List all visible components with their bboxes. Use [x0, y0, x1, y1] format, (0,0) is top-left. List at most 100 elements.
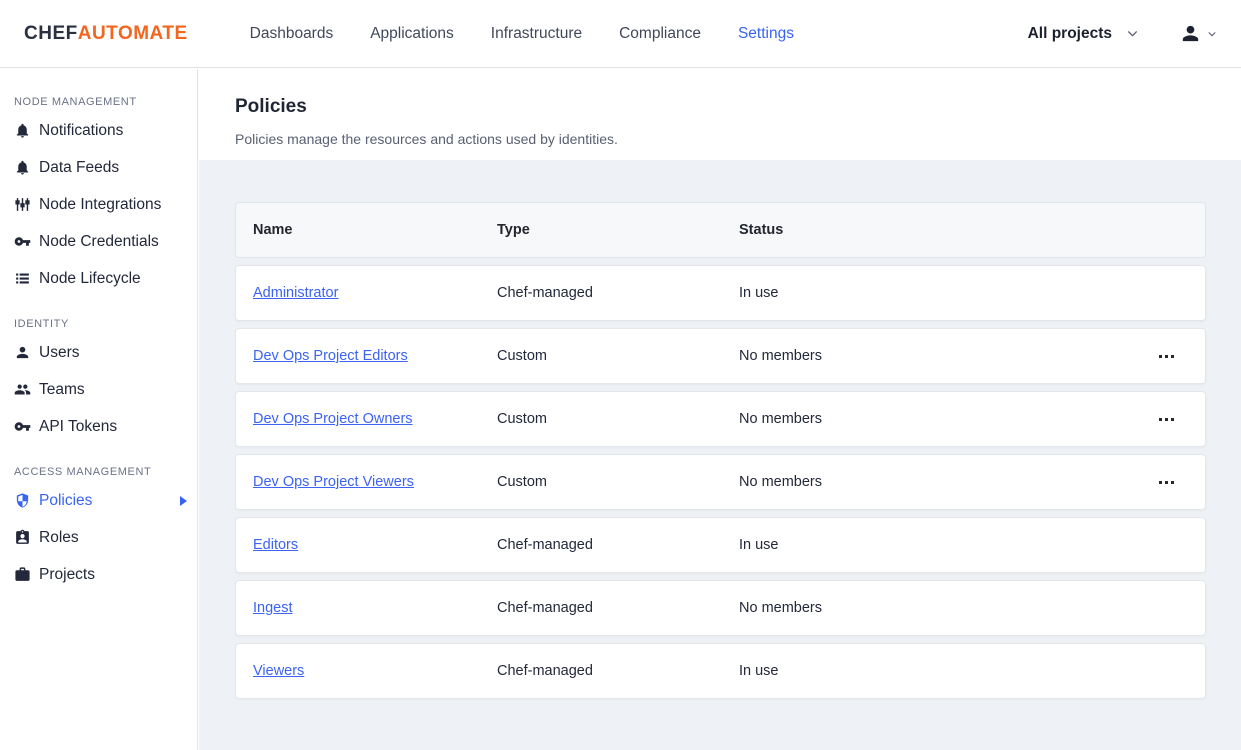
- table-row-dev-ops-project-viewers: Dev Ops Project Viewers CustomNo members: [235, 454, 1206, 510]
- nav-item-infrastructure[interactable]: Infrastructure: [491, 25, 582, 43]
- shield-icon: [14, 492, 31, 509]
- logo-automate: AUTOMATE: [78, 23, 188, 44]
- key-icon: [14, 233, 31, 250]
- column-header-name: Name: [253, 222, 497, 238]
- policy-name-link[interactable]: Ingest: [253, 600, 293, 616]
- sidebar-item-label: Projects: [39, 566, 95, 584]
- policy-status: In use: [739, 537, 1145, 553]
- sidebar-item-node-integrations[interactable]: Node Integrations: [0, 186, 197, 223]
- sidebar-section-label: IDENTITY: [0, 312, 197, 334]
- row-overflow-menu-button[interactable]: [1149, 341, 1183, 371]
- nav-item-dashboards[interactable]: Dashboards: [250, 25, 334, 43]
- caret-right-icon: [180, 496, 187, 506]
- row-overflow-menu-button[interactable]: [1149, 404, 1183, 434]
- column-header-type: Type: [497, 222, 739, 238]
- chevron-down-icon: [1207, 29, 1217, 39]
- policy-name-link[interactable]: Administrator: [253, 285, 338, 301]
- sidebar-item-label: Roles: [39, 529, 79, 547]
- nav-item-compliance[interactable]: Compliance: [619, 25, 701, 43]
- policy-status: In use: [739, 285, 1145, 301]
- sidebar-section-node-management: NODE MANAGEMENT Notifications Data Feeds No…: [0, 75, 197, 297]
- table-row-administrator: Administrator Chef-managedIn use: [235, 265, 1206, 321]
- policy-status: No members: [739, 600, 1145, 616]
- column-header-status: Status: [739, 222, 1145, 238]
- person-icon: [14, 344, 31, 361]
- settings-sidebar: NODE MANAGEMENT Notifications Data Feeds No…: [0, 69, 198, 750]
- page-title: Policies: [235, 96, 1241, 118]
- policy-status: No members: [739, 348, 1145, 364]
- bell-icon: [14, 122, 31, 139]
- policies-table: NameTypeStatus Administrator Chef-managed…: [235, 202, 1206, 699]
- policy-name-link[interactable]: Dev Ops Project Viewers: [253, 474, 414, 490]
- sidebar-section-label: ACCESS MANAGEMENT: [0, 460, 197, 482]
- sidebar-section-access-management: ACCESS MANAGEMENT Policies Roles Projects: [0, 445, 197, 593]
- content-panel: NameTypeStatus Administrator Chef-managed…: [199, 160, 1241, 750]
- chevron-down-icon: [1126, 27, 1139, 40]
- policy-name-link[interactable]: Dev Ops Project Owners: [253, 411, 413, 427]
- sidebar-item-data-feeds[interactable]: Data Feeds: [0, 149, 197, 186]
- row-overflow-menu-button[interactable]: [1149, 467, 1183, 497]
- policy-name-link[interactable]: Editors: [253, 537, 298, 553]
- table-row-ingest: Ingest Chef-managedNo members: [235, 580, 1206, 636]
- policy-status: No members: [739, 411, 1145, 427]
- table-row-dev-ops-project-editors: Dev Ops Project Editors CustomNo members: [235, 328, 1206, 384]
- briefcase-icon: [14, 566, 31, 583]
- user-menu[interactable]: [1179, 22, 1217, 45]
- table-body: AdministratorChef-managedIn useDev Ops P…: [235, 265, 1206, 699]
- sliders-icon: [14, 196, 31, 213]
- sidebar-item-label: Notifications: [39, 122, 123, 140]
- page-subtitle: Policies manage the resources and action…: [235, 131, 1241, 147]
- projects-filter-label: All projects: [1028, 25, 1112, 43]
- sidebar-section-identity: IDENTITY Users Teams API Tokens: [0, 297, 197, 445]
- policy-name-link[interactable]: Viewers: [253, 663, 304, 679]
- nav-item-applications[interactable]: Applications: [370, 25, 454, 43]
- sidebar-item-users[interactable]: Users: [0, 334, 197, 371]
- policy-type: Chef-managed: [497, 663, 739, 679]
- policy-type: Custom: [497, 411, 739, 427]
- sidebar-item-projects[interactable]: Projects: [0, 556, 197, 593]
- sidebar-item-api-tokens[interactable]: API Tokens: [0, 408, 197, 445]
- main-nav: Dashboards Applications Infrastructure Comp…: [250, 25, 794, 43]
- badge-icon: [14, 529, 31, 546]
- table-row-dev-ops-project-owners: Dev Ops Project Owners CustomNo members: [235, 391, 1206, 447]
- policy-type: Custom: [497, 348, 739, 364]
- policy-type: Chef-managed: [497, 600, 739, 616]
- key-icon: [14, 418, 31, 435]
- chef-automate-logo[interactable]: CHEFAUTOMATE: [24, 23, 188, 45]
- sidebar-item-label: Node Lifecycle: [39, 270, 141, 288]
- navbar-right: All projects: [1028, 22, 1217, 45]
- sidebar-item-label: Node Credentials: [39, 233, 159, 251]
- table-row-editors: Editors Chef-managedIn use: [235, 517, 1206, 573]
- sidebar-item-teams[interactable]: Teams: [0, 371, 197, 408]
- projects-filter-dropdown[interactable]: All projects: [1028, 25, 1139, 43]
- bell-icon: [14, 159, 31, 176]
- top-navbar: CHEFAUTOMATE Dashboards Applications Infra…: [0, 0, 1241, 68]
- policy-type: Chef-managed: [497, 285, 739, 301]
- sidebar-item-node-lifecycle[interactable]: Node Lifecycle: [0, 260, 197, 297]
- sidebar-item-label: Node Integrations: [39, 196, 161, 214]
- page-header: Policies Policies manage the resources a…: [199, 69, 1241, 160]
- policy-type: Chef-managed: [497, 537, 739, 553]
- sidebar-item-label: Data Feeds: [39, 159, 119, 177]
- policy-status: No members: [739, 474, 1145, 490]
- sidebar-item-label: Policies: [39, 492, 92, 510]
- list-icon: [14, 270, 31, 287]
- sidebar-item-label: API Tokens: [39, 418, 117, 436]
- sidebar-item-node-credentials[interactable]: Node Credentials: [0, 223, 197, 260]
- sidebar-item-notifications[interactable]: Notifications: [0, 112, 197, 149]
- sidebar-item-label: Users: [39, 344, 79, 362]
- policy-status: In use: [739, 663, 1145, 679]
- sidebar-item-label: Teams: [39, 381, 85, 399]
- table-header-row: NameTypeStatus: [235, 202, 1206, 258]
- sidebar-item-roles[interactable]: Roles: [0, 519, 197, 556]
- main-content: Policies Policies manage the resources a…: [199, 69, 1241, 750]
- policy-name-link[interactable]: Dev Ops Project Editors: [253, 348, 408, 364]
- sidebar-section-label: NODE MANAGEMENT: [0, 90, 197, 112]
- group-icon: [14, 381, 31, 398]
- nav-item-settings[interactable]: Settings: [738, 25, 794, 43]
- sidebar-item-policies[interactable]: Policies: [0, 482, 197, 519]
- logo-chef: CHEF: [24, 23, 78, 44]
- table-row-viewers: Viewers Chef-managedIn use: [235, 643, 1206, 699]
- policy-type: Custom: [497, 474, 739, 490]
- user-avatar-icon: [1179, 22, 1202, 45]
